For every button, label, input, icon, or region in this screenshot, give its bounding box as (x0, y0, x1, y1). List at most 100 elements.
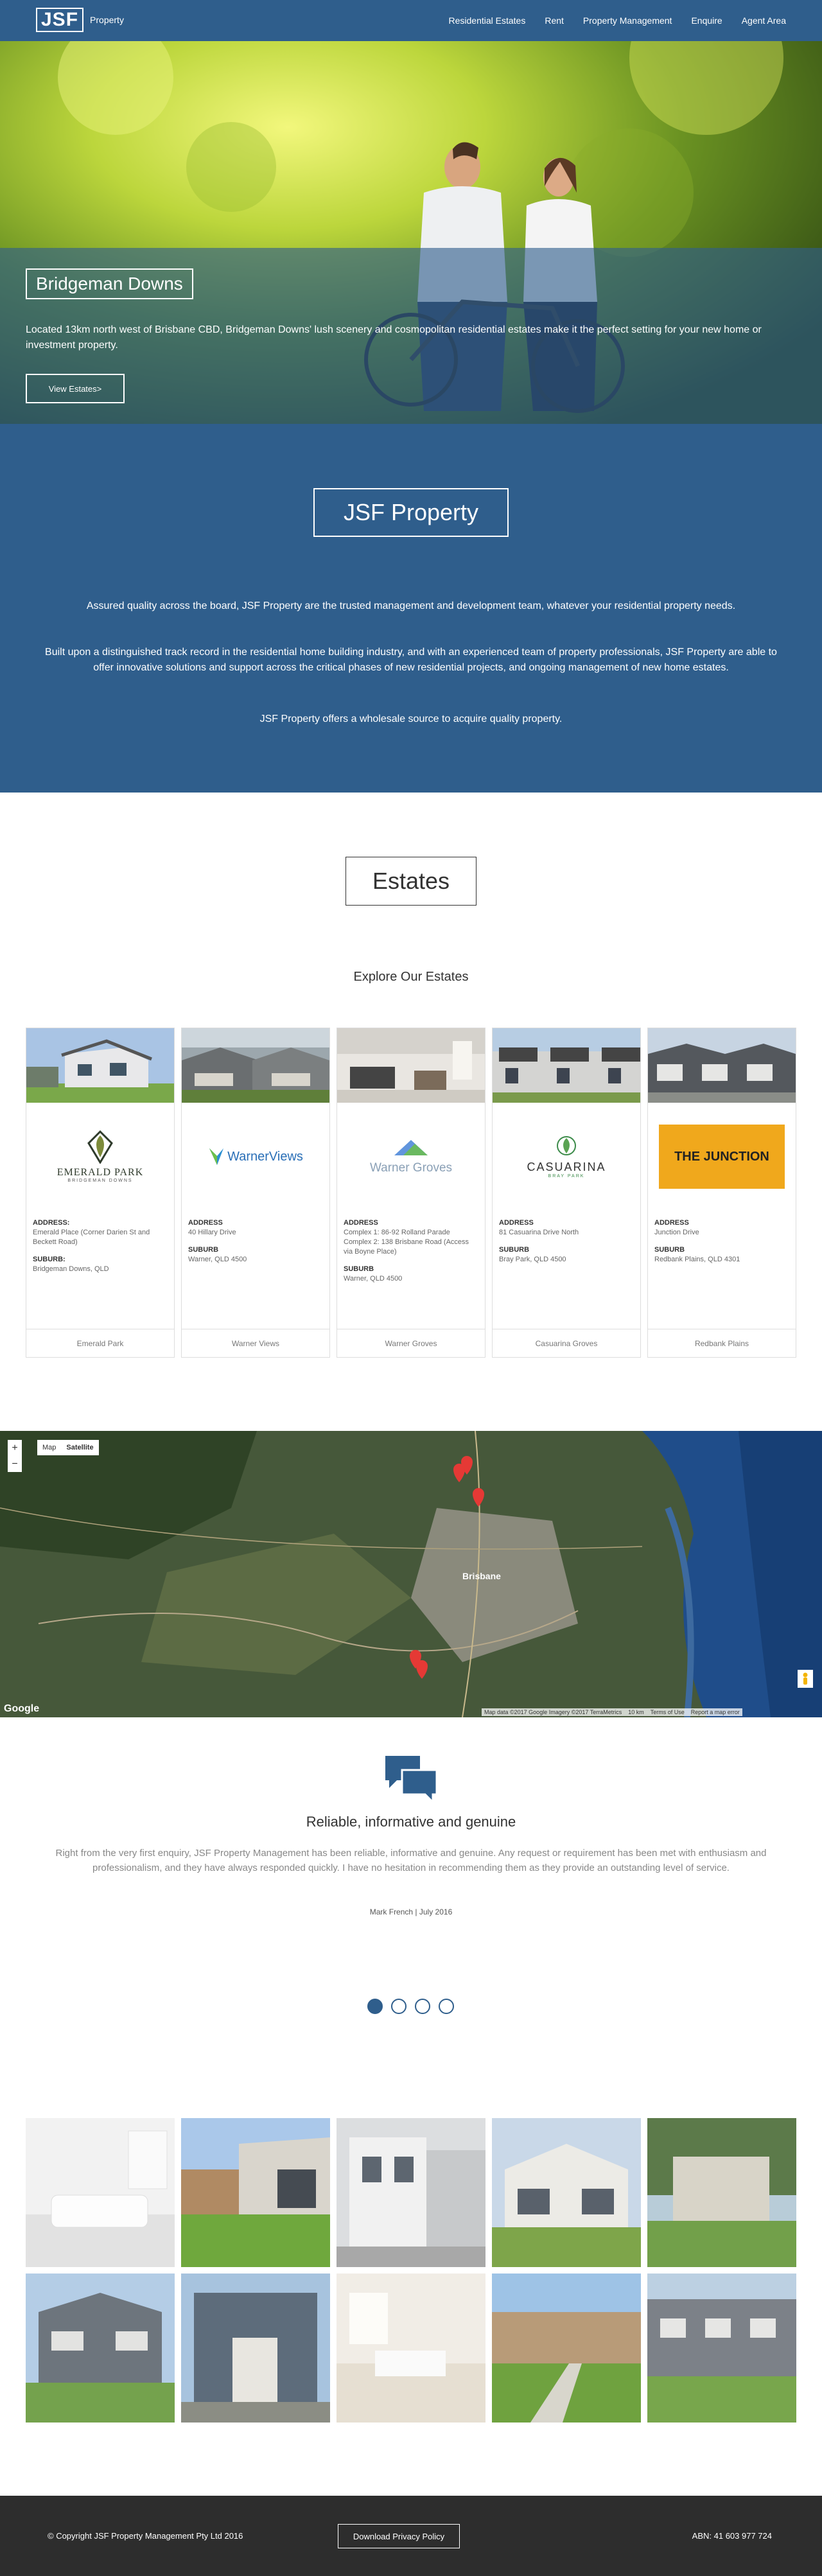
estate-card-emerald-park[interactable]: EMERALD PARK BRIDGEMAN DOWNS ADDRESS: Em… (26, 1028, 175, 1358)
estate-card-warner-views[interactable]: WarnerViews ADDRESS 40 Hillary Drive SUB… (181, 1028, 330, 1358)
estate-suburb: Bray Park, QLD 4500 (499, 1256, 566, 1263)
testimonial-author: Mark French | July 2016 (369, 1907, 453, 1916)
estates-title: Estates (345, 857, 477, 906)
estate-info: ADDRESS: Emerald Place (Corner Darien St… (33, 1218, 168, 1274)
gallery-photo-townhouse[interactable] (337, 2118, 485, 2267)
zoom-in-button[interactable]: + (12, 1442, 17, 1454)
estate-address: Junction Drive (654, 1229, 699, 1236)
nav-link-residential-estates[interactable]: Residential Estates (449, 15, 526, 26)
estate-photo (26, 1028, 174, 1103)
estate-info: ADDRESS 81 Casuarina Drive North SUBURB … (499, 1218, 634, 1265)
suburb-label: SUBURB: (33, 1256, 66, 1263)
copyright-text: © Copyright JSF Property Management Pty … (48, 2531, 243, 2541)
map-city-label: Brisbane (462, 1571, 501, 1581)
estate-card-link[interactable]: Warner Groves (337, 1329, 485, 1357)
estate-suburb: Redbank Plains, QLD 4301 (654, 1256, 740, 1263)
nav-link-agent-area[interactable]: Agent Area (742, 15, 786, 26)
gallery-photo-kitchen[interactable] (337, 2274, 485, 2423)
map-type-satellite-button[interactable]: Satellite (61, 1444, 98, 1451)
testimonial-pagination (367, 1999, 454, 2014)
gallery-photo-backyard[interactable] (181, 2118, 330, 2267)
estate-card-casuarina[interactable]: CASUARINA BRAY PARK ADDRESS 81 Casuarina… (492, 1028, 641, 1358)
site-logo[interactable]: JSF Property (36, 8, 124, 32)
tree-icon (557, 1135, 576, 1155)
estates-subtitle: Explore Our Estates (353, 970, 469, 984)
about-paragraph-2: Built upon a distinguished track record … (45, 647, 777, 673)
estate-card-link[interactable]: Emerald Park (26, 1329, 174, 1357)
estate-card-warner-groves[interactable]: Warner Groves ADDRESS Complex 1: 86-92 R… (337, 1028, 485, 1358)
estate-address: 40 Hillary Drive (188, 1229, 236, 1236)
estate-info: ADDRESS 40 Hillary Drive SUBURB Warner, … (188, 1218, 323, 1265)
estates-map[interactable]: + − Map Satellite Brisbane Google Map da… (0, 1431, 822, 1717)
site-footer: © Copyright JSF Property Management Pty … (0, 2496, 822, 2576)
google-logo: Google (4, 1703, 40, 1714)
suburb-label: SUBURB (499, 1246, 530, 1254)
logo-mark: JSF (36, 8, 84, 32)
emerald-park-logo-sub: BRIDGEMAN DOWNS (67, 1178, 133, 1183)
gallery-photo-garden[interactable] (647, 2118, 796, 2267)
gallery-photo-terraces[interactable] (647, 2274, 796, 2423)
gallery-photo-living-room[interactable] (26, 2118, 175, 2267)
estate-address: 81 Casuarina Drive North (499, 1229, 579, 1236)
map-report-link[interactable]: Report a map error (691, 1709, 740, 1715)
the-junction-logo-text: THE JUNCTION (659, 1125, 785, 1189)
gallery-photo-entry[interactable] (181, 2274, 330, 2423)
zoom-out-button[interactable]: − (12, 1459, 17, 1470)
address-label: ADDRESS (344, 1219, 378, 1227)
estate-card-the-junction[interactable]: THE JUNCTION ADDRESS Junction Drive SUBU… (647, 1028, 796, 1358)
suburb-label: SUBURB (654, 1246, 685, 1254)
about-paragraph-1: Assured quality across the board, JSF Pr… (86, 600, 736, 611)
estate-address: Emerald Place (Corner Darien St and Beck… (33, 1229, 150, 1246)
hero-description: Located 13km north west of Brisbane CBD,… (26, 324, 762, 351)
about-section: JSF Property Assured quality across the … (0, 424, 822, 793)
suburb-label: SUBURB (188, 1246, 219, 1254)
emerald-park-logo-text: EMERALD PARK (57, 1167, 144, 1178)
nav-link-property-management[interactable]: Property Management (583, 15, 672, 26)
map-attribution: Map data ©2017 Google Imagery ©2017 Terr… (484, 1709, 622, 1715)
slide-dot-2[interactable] (391, 1999, 407, 2014)
nav-link-enquire[interactable]: Enquire (691, 15, 722, 26)
gallery-photo-lawn[interactable] (492, 2274, 641, 2423)
emerald-park-logo: EMERALD PARK BRIDGEMAN DOWNS (26, 1118, 174, 1195)
map-type-map-button[interactable]: Map (37, 1444, 61, 1451)
slide-dot-1[interactable] (367, 1999, 383, 2014)
chat-bubbles-icon (385, 1756, 437, 1802)
view-estates-button[interactable]: View Estates> (26, 374, 125, 403)
testimonial-section: Reliable, informative and genuine Right … (0, 1717, 822, 2118)
casuarina-logo-sub: BRAY PARK (548, 1173, 585, 1178)
hero-title: Bridgeman Downs (26, 268, 193, 299)
estate-suburb: Bridgeman Downs, QLD (33, 1265, 109, 1273)
estate-card-link[interactable]: Casuarina Groves (493, 1329, 640, 1357)
satellite-map-image (0, 1431, 822, 1717)
warner-groves-logo: Warner Groves (337, 1118, 485, 1195)
slide-dot-4[interactable] (439, 1999, 454, 2014)
estate-info: ADDRESS Complex 1: 86-92 Rolland Parade … (344, 1218, 478, 1284)
the-junction-logo: THE JUNCTION (648, 1118, 796, 1195)
estate-suburb: Warner, QLD 4500 (188, 1256, 247, 1263)
estates-section: Estates Explore Our Estates EMERALD PARK… (0, 793, 822, 1431)
download-privacy-policy-button[interactable]: Download Privacy Policy (338, 2524, 460, 2548)
address-label: ADDRESS: (33, 1219, 70, 1227)
street-view-pegman-icon[interactable] (798, 1670, 813, 1688)
about-title: JSF Property (313, 488, 509, 537)
nav-link-rent[interactable]: Rent (545, 15, 564, 26)
testimonial-title: Reliable, informative and genuine (306, 1814, 516, 1830)
map-zoom-control: + − (8, 1440, 22, 1472)
warner-groves-logo-text: Warner Groves (369, 1161, 453, 1175)
estate-address: Complex 1: 86-92 Rolland Parade Complex … (344, 1229, 469, 1256)
estate-photo (337, 1028, 485, 1103)
map-terms-link[interactable]: Terms of Use (651, 1709, 685, 1715)
casuarina-logo-text: CASUARINA (527, 1160, 606, 1173)
estate-card-link[interactable]: Redbank Plains (648, 1329, 796, 1357)
warner-views-emblem-icon (209, 1148, 224, 1165)
estate-photo (182, 1028, 329, 1103)
gallery-photo-home-exterior[interactable] (492, 2118, 641, 2267)
estate-photo (493, 1028, 640, 1103)
main-menu: Residential Estates Rent Property Manage… (449, 15, 787, 26)
estate-photo (648, 1028, 796, 1103)
suburb-label: SUBURB (344, 1265, 374, 1273)
warner-views-logo-text: WarnerViews (227, 1149, 303, 1164)
estate-card-link[interactable]: Warner Views (182, 1329, 329, 1357)
slide-dot-3[interactable] (415, 1999, 430, 2014)
gallery-photo-two-storey[interactable] (26, 2274, 175, 2423)
